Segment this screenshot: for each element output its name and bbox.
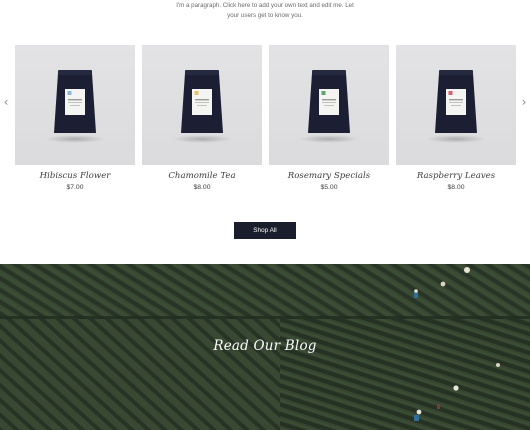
- product-card-chamomile[interactable]: Chamomile Tea $8.00: [142, 45, 262, 195]
- tea-pouch-image: [308, 70, 350, 133]
- product-name[interactable]: Raspberry Leaves: [396, 171, 516, 181]
- product-image[interactable]: [15, 45, 135, 165]
- shop-all-button[interactable]: Shop All: [234, 222, 296, 239]
- product-price: $8.00: [447, 184, 465, 191]
- tea-pouch-image: [181, 70, 223, 133]
- product-name[interactable]: Chamomile Tea: [142, 171, 262, 181]
- intro-line-1: I'm a paragraph. Click here to add your …: [176, 2, 354, 9]
- product-card-raspberry[interactable]: Raspberry Leaves $8.00: [396, 45, 516, 195]
- chevron-left-icon[interactable]: ‹: [2, 96, 10, 108]
- product-card-hibiscus[interactable]: Hibiscus Flower $7.00: [15, 45, 135, 195]
- tea-pouch-image: [435, 70, 477, 133]
- intro-paragraph: I'm a paragraph. Click here to add your …: [0, 0, 530, 21]
- product-price: $8.00: [193, 184, 211, 191]
- product-name[interactable]: Hibiscus Flower: [15, 171, 135, 181]
- intro-line-2: your users get to know you.: [227, 12, 303, 19]
- product-image[interactable]: [142, 45, 262, 165]
- product-price: $7.00: [66, 184, 84, 191]
- product-card-rosemary[interactable]: Rosemary Specials $5.00: [269, 45, 389, 195]
- product-image[interactable]: [396, 45, 516, 165]
- tea-pouch-image: [54, 70, 96, 133]
- product-image[interactable]: [269, 45, 389, 165]
- blog-banner-title[interactable]: Read Our Blog: [0, 338, 530, 354]
- product-price: $5.00: [320, 184, 338, 191]
- chevron-right-icon[interactable]: ›: [520, 96, 528, 108]
- blog-banner[interactable]: Read Our Blog: [0, 264, 530, 430]
- product-name[interactable]: Rosemary Specials: [269, 171, 389, 181]
